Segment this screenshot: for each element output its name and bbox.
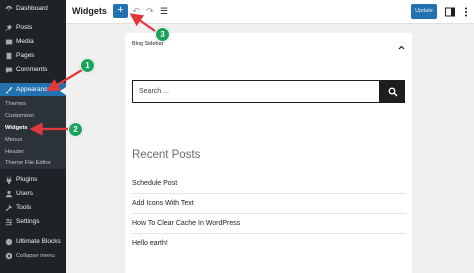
arrow-3: [129, 13, 156, 32]
arrow-1: [46, 69, 83, 92]
annotation-arrows: [29, 13, 156, 136]
step-badge-2: 2: [68, 122, 83, 137]
step-badge-1: 1: [80, 58, 95, 73]
step-badge-3: 3: [155, 27, 170, 42]
